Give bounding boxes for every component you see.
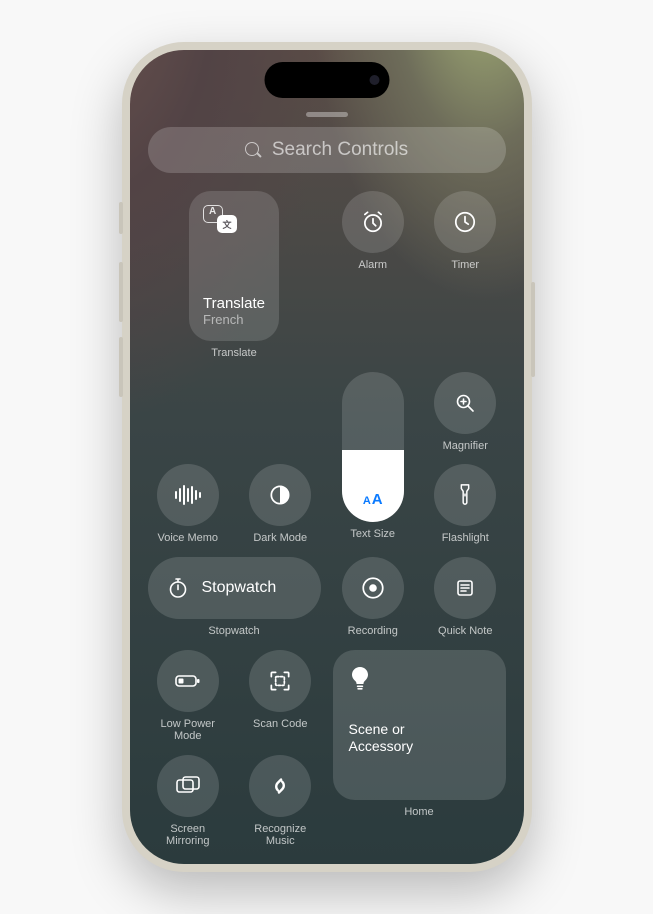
quick-note-icon: [453, 576, 477, 600]
flashlight-tile[interactable]: [434, 464, 496, 526]
sheet-grabber[interactable]: [306, 112, 348, 117]
iphone-frame: Search Controls Translate French Transl: [122, 42, 532, 872]
controls-grid: Translate French Translate Alarm: [148, 191, 506, 848]
screen: Search Controls Translate French Transl: [130, 50, 524, 864]
flashlight-label: Flashlight: [442, 532, 489, 545]
volume-down-button: [119, 337, 123, 397]
voice-memo-label: Voice Memo: [157, 532, 218, 545]
volume-up-button: [119, 262, 123, 322]
search-placeholder: Search Controls: [272, 139, 408, 161]
home-tile-title: Scene or Accessory: [349, 721, 490, 756]
screen-mirroring-label: Screen Mirroring: [166, 823, 209, 848]
stopwatch-caption: Stopwatch: [208, 625, 259, 638]
translate-icon: [203, 205, 237, 233]
timer-tile[interactable]: [434, 191, 496, 253]
recognize-music-tile[interactable]: [249, 755, 311, 817]
timer-label: Timer: [451, 259, 479, 272]
timer-icon: [452, 209, 478, 235]
search-icon: [245, 142, 262, 159]
low-power-tile[interactable]: [157, 650, 219, 712]
translate-title: Translate: [203, 295, 265, 312]
quick-note-label: Quick Note: [438, 625, 492, 638]
alarm-label: Alarm: [358, 259, 387, 272]
recording-icon: [360, 575, 386, 601]
translate-tile[interactable]: Translate French: [189, 191, 279, 341]
dark-mode-tile[interactable]: [249, 464, 311, 526]
shazam-icon: [267, 773, 293, 799]
low-power-label: Low Power Mode: [161, 718, 215, 743]
stopwatch-icon: [166, 576, 190, 600]
scan-code-tile[interactable]: [249, 650, 311, 712]
alarm-icon: [360, 209, 386, 235]
screen-mirroring-icon: [174, 774, 202, 798]
translate-subtitle: French: [203, 312, 265, 327]
voice-memo-tile[interactable]: [157, 464, 219, 526]
recording-tile[interactable]: [342, 557, 404, 619]
recognize-music-label: Recognize Music: [254, 823, 306, 848]
voice-memo-icon: [175, 485, 201, 505]
power-button: [531, 282, 535, 377]
scan-code-icon: [267, 668, 293, 694]
search-controls-field[interactable]: Search Controls: [148, 127, 506, 173]
home-accessory-tile[interactable]: Scene or Accessory: [333, 650, 506, 800]
flashlight-icon: [454, 482, 476, 508]
text-size-label: Text Size: [350, 528, 395, 541]
dark-mode-label: Dark Mode: [253, 532, 307, 545]
screen-mirroring-tile[interactable]: [157, 755, 219, 817]
dynamic-island: [264, 62, 389, 98]
scan-code-label: Scan Code: [253, 718, 307, 731]
text-size-slider[interactable]: AA: [342, 372, 404, 522]
text-size-icon: AA: [363, 491, 383, 508]
quick-note-tile[interactable]: [434, 557, 496, 619]
alarm-tile[interactable]: [342, 191, 404, 253]
lightbulb-icon: [349, 666, 371, 692]
recording-label: Recording: [348, 625, 398, 638]
low-power-icon: [174, 672, 202, 690]
stopwatch-tile[interactable]: Stopwatch: [148, 557, 321, 619]
translate-caption: Translate: [211, 347, 256, 360]
magnifier-label: Magnifier: [443, 440, 488, 453]
magnifier-icon: [453, 391, 477, 415]
home-tile-caption: Home: [404, 806, 433, 819]
side-button: [119, 202, 123, 234]
dark-mode-icon: [267, 482, 293, 508]
magnifier-tile[interactable]: [434, 372, 496, 434]
stopwatch-title: Stopwatch: [202, 579, 277, 597]
